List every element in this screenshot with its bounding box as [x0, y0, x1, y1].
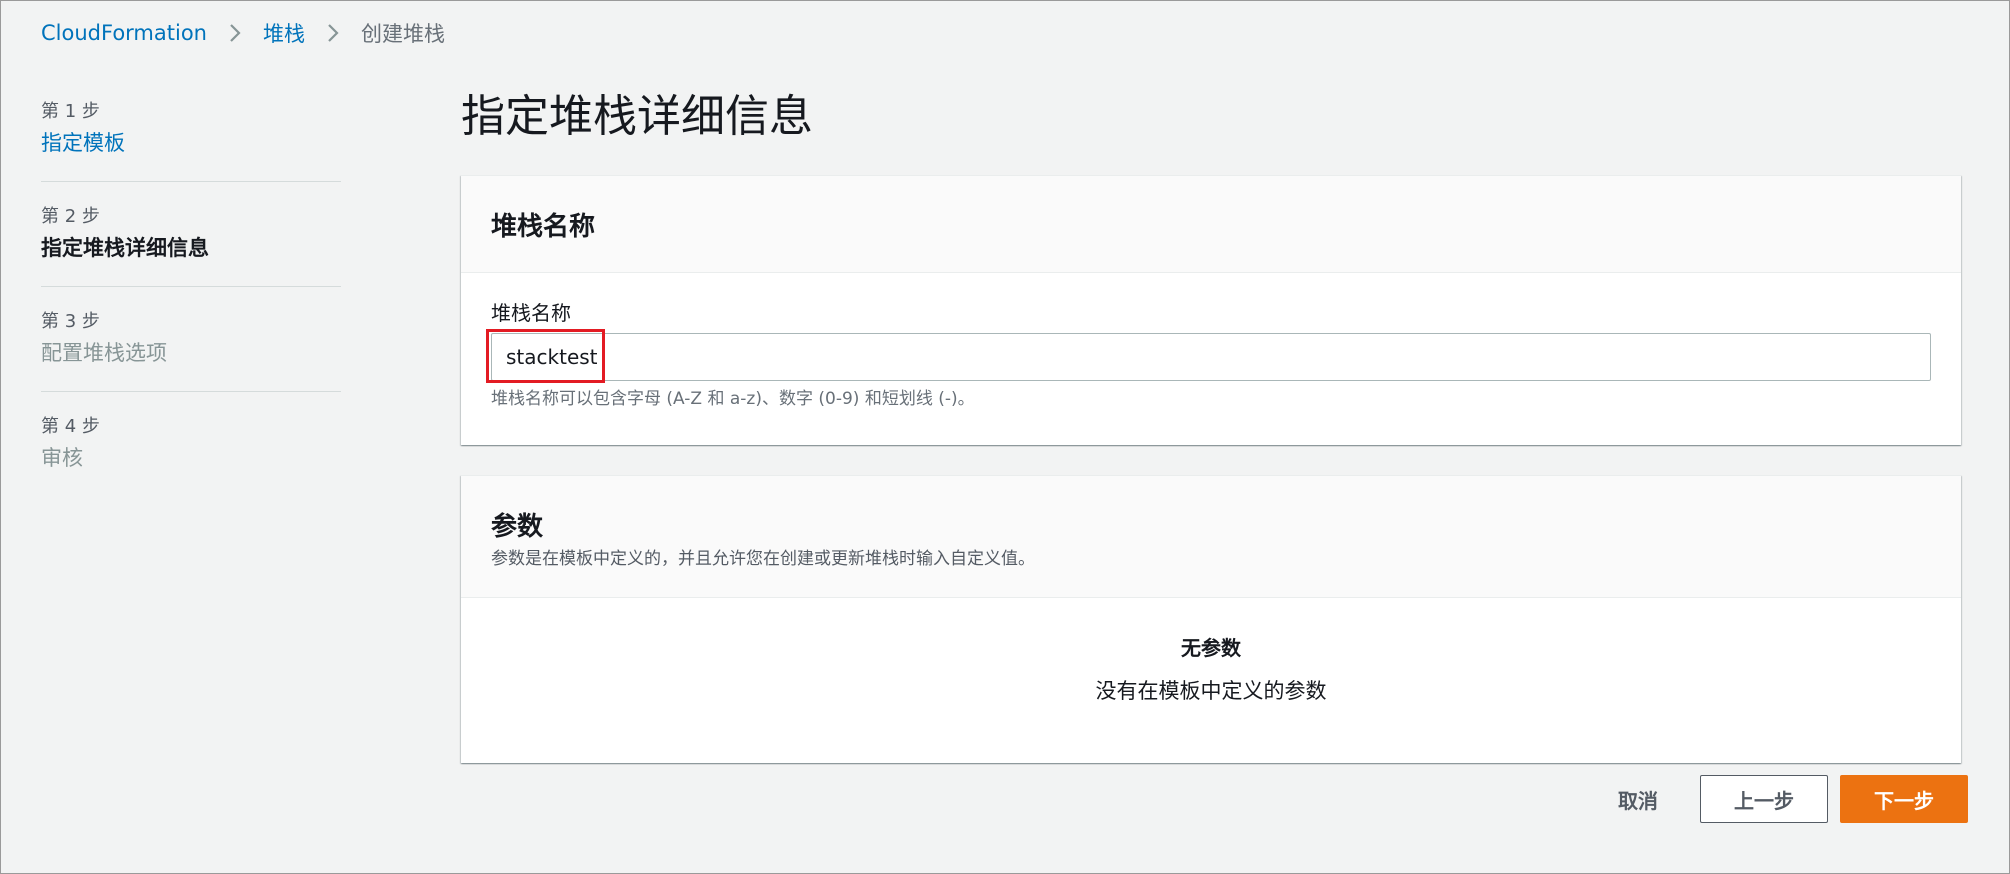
next-button[interactable]: 下一步 [1840, 775, 1968, 823]
step-title-specify-stack-details: 指定堆栈详细信息 [41, 236, 209, 260]
card-header: 参数 参数是在模板中定义的，并且允许您在创建或更新堆栈时输入自定义值。 [461, 476, 1961, 598]
breadcrumb-cloudformation[interactable]: CloudFormation [41, 21, 207, 45]
breadcrumb: CloudFormation 堆栈 创建堆栈 [41, 19, 445, 47]
wizard-steps: 第 1 步 指定模板 第 2 步 指定堆栈详细信息 第 3 步 配置堆栈选项 第… [41, 99, 341, 518]
empty-state-title: 无参数 [1181, 636, 1241, 660]
breadcrumb-stacks[interactable]: 堆栈 [263, 18, 305, 48]
empty-state: 无参数 没有在模板中定义的参数 [461, 598, 1961, 706]
stack-name-hint: 堆栈名称可以包含字母 (A-Z 和 a-z)、数字 (0-9) 和短划线 (-)… [491, 389, 975, 409]
chevron-right-icon [319, 19, 347, 47]
card-header: 堆栈名称 [461, 176, 1961, 273]
chevron-right-icon [221, 19, 249, 47]
parameters-card: 参数 参数是在模板中定义的，并且允许您在创建或更新堆栈时输入自定义值。 无参数 … [461, 475, 1961, 763]
breadcrumb-create-stack: 创建堆栈 [360, 22, 445, 46]
wizard-actions: 取消 上一步 下一步 [1592, 775, 1968, 823]
step-title-review: 审核 [41, 446, 83, 470]
wizard-step-3: 第 3 步 配置堆栈选项 [41, 309, 341, 392]
stack-name-label: 堆栈名称 [491, 301, 571, 325]
card-title: 堆栈名称 [491, 211, 596, 242]
card-title: 参数 [491, 512, 544, 542]
step-number: 第 1 步 [41, 101, 100, 122]
cancel-button[interactable]: 取消 [1592, 775, 1684, 823]
wizard-step-2: 第 2 步 指定堆栈详细信息 [41, 204, 341, 287]
card-body: 堆栈名称 堆栈名称可以包含字母 (A-Z 和 a-z)、数字 (0-9) 和短划… [461, 273, 1961, 411]
card-description: 参数是在模板中定义的，并且允许您在创建或更新堆栈时输入自定义值。 [491, 549, 1035, 569]
wizard-step-4: 第 4 步 审核 [41, 414, 341, 496]
stack-name-input-wrapper [486, 329, 1931, 383]
step-number: 第 3 步 [41, 311, 100, 332]
empty-state-description: 没有在模板中定义的参数 [1095, 679, 1327, 703]
wizard-step-1: 第 1 步 指定模板 [41, 99, 341, 182]
stack-name-input[interactable] [491, 333, 1931, 381]
page-title: 指定堆栈详细信息 [461, 91, 813, 142]
step-title-specify-template[interactable]: 指定模板 [41, 127, 341, 159]
step-number: 第 4 步 [41, 416, 100, 437]
stack-name-card: 堆栈名称 堆栈名称 堆栈名称可以包含字母 (A-Z 和 a-z)、数字 (0-9… [461, 175, 1961, 445]
previous-button[interactable]: 上一步 [1700, 775, 1828, 823]
step-title-configure-options: 配置堆栈选项 [41, 341, 167, 365]
step-number: 第 2 步 [41, 206, 100, 227]
